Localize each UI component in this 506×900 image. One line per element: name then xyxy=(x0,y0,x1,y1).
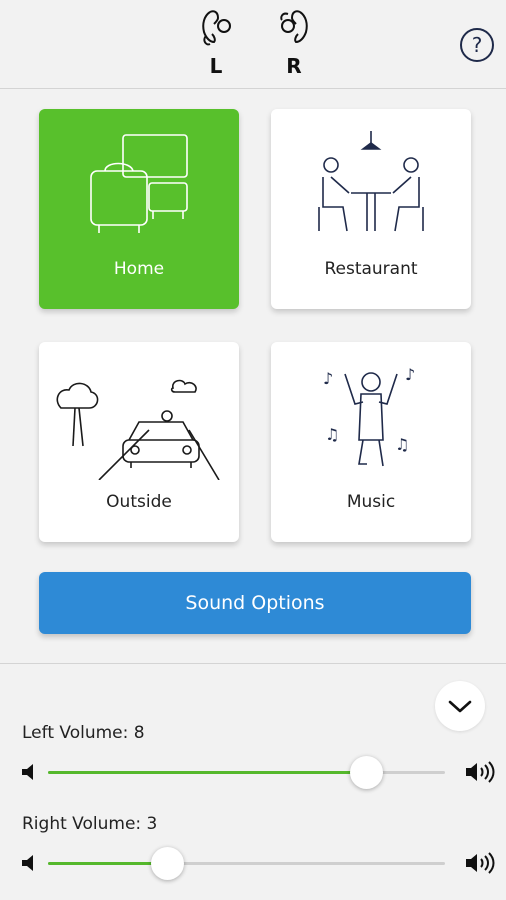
program-label: Music xyxy=(346,492,396,512)
volume-high-icon xyxy=(466,761,495,783)
right-ear-hearing-aid-icon xyxy=(280,10,308,44)
program-tile-home[interactable]: Home xyxy=(39,109,239,309)
left-volume-thumb[interactable] xyxy=(349,756,383,789)
top-bar: L R ? xyxy=(0,0,506,89)
program-tile-outside[interactable]: Outside xyxy=(39,342,239,542)
left-ear-hearing-aid-icon xyxy=(202,10,231,46)
svg-text:♪: ♪ xyxy=(405,365,415,384)
right-ear-selector[interactable]: R xyxy=(272,6,316,76)
divider xyxy=(0,663,506,664)
svg-text:♫: ♫ xyxy=(395,435,409,454)
home-living-room-icon xyxy=(90,134,188,233)
restaurant-table-icon xyxy=(318,131,424,232)
right-volume-thumb[interactable] xyxy=(151,847,185,880)
music-dancer-icon: ♪ ♪ ♫ ♫ xyxy=(323,365,415,467)
right-volume-track xyxy=(48,847,445,880)
left-volume-fill xyxy=(48,771,366,774)
right-ear-label: R xyxy=(286,54,302,78)
outside-road-car-icon xyxy=(56,379,220,480)
left-volume-label: Left Volume: 8 xyxy=(22,723,145,743)
program-label: Outside xyxy=(106,492,172,512)
volume-high-icon xyxy=(466,852,495,874)
svg-text:♪: ♪ xyxy=(323,369,333,388)
left-ear-selector[interactable]: L xyxy=(194,6,238,76)
program-label: Restaurant xyxy=(324,259,418,279)
right-volume-slider[interactable] xyxy=(20,846,496,880)
svg-text:♫: ♫ xyxy=(325,425,339,444)
volume-low-icon xyxy=(22,764,33,780)
collapse-button[interactable] xyxy=(435,681,485,731)
left-volume-track xyxy=(48,756,445,789)
sound-options-button[interactable]: Sound Options xyxy=(39,572,471,634)
left-ear-label: L xyxy=(209,54,223,78)
chevron-down-icon xyxy=(448,700,472,713)
help-button[interactable]: ? xyxy=(458,26,496,68)
program-tile-restaurant[interactable]: Restaurant xyxy=(271,109,471,309)
help-icon: ? xyxy=(460,28,494,62)
right-volume-label: Right Volume: 3 xyxy=(22,814,158,834)
program-label: Home xyxy=(113,259,165,279)
svg-text:?: ? xyxy=(472,33,483,57)
left-volume-slider[interactable] xyxy=(20,755,496,789)
program-tile-music[interactable]: ♪ ♪ ♫ ♫ Music xyxy=(271,342,471,542)
volume-low-icon xyxy=(22,855,33,871)
right-volume-fill xyxy=(48,862,168,865)
